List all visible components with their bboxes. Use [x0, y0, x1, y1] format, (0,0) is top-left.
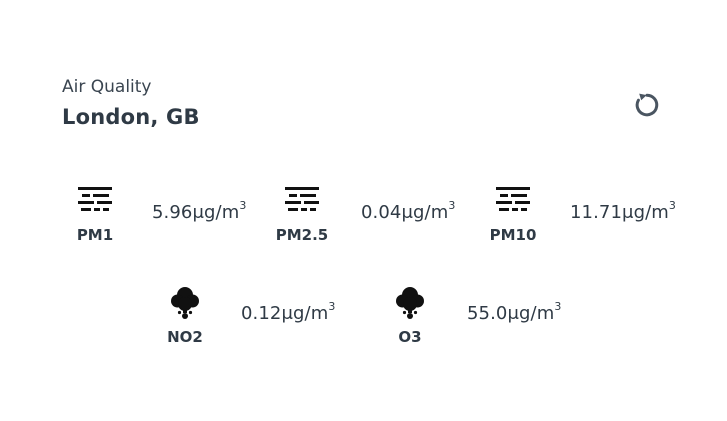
metric-number: 55.0 [467, 303, 508, 324]
metric-label: NO2 [167, 328, 203, 346]
metric-pm10: PM10 [481, 184, 545, 244]
metric-unit-exponent: 3 [554, 300, 562, 313]
metric-number: 0.12 [241, 303, 282, 324]
refresh-button[interactable] [630, 88, 664, 122]
metric-value-pm1: 5.96μg/m3 [152, 200, 246, 223]
metric-pm10-icon-wrap: PM10 [481, 184, 545, 244]
metric-unit-exponent: 3 [448, 199, 456, 212]
metric-no2-icon-wrap: NO2 [153, 286, 217, 346]
metric-unit: μg/m [622, 202, 669, 223]
metric-pm25: PM2.5 [270, 184, 334, 244]
metric-number: 5.96 [152, 202, 193, 223]
metric-unit: μg/m [401, 202, 449, 223]
metric-pm1: PM1 [63, 184, 127, 244]
smoke-cloud-icon [390, 286, 430, 320]
metric-unit: μg/m [281, 303, 329, 324]
metric-number: 11.71 [570, 202, 623, 223]
smoke-cloud-icon [165, 286, 205, 320]
location-title: London, GB [62, 105, 200, 129]
metric-unit-exponent: 3 [328, 300, 336, 313]
haze-icon [282, 184, 322, 218]
metric-label: PM2.5 [275, 226, 329, 244]
metric-label: O3 [398, 328, 422, 346]
metric-label: PM1 [76, 226, 114, 244]
metric-o3: O3 [378, 286, 442, 346]
air-quality-card: Air Quality London, GB PM1 5.96μg/m3 PM2… [0, 0, 727, 421]
metric-value-pm25: 0.04μg/m3 [361, 200, 455, 223]
metric-no2: NO2 [153, 286, 217, 346]
refresh-icon [635, 93, 659, 117]
metric-number: 0.04 [361, 202, 402, 223]
metric-value-pm10: 11.71μg/m3 [570, 200, 676, 223]
metric-label: PM10 [489, 226, 537, 244]
metric-pm1-icon-wrap: PM1 [63, 184, 127, 244]
metric-value-no2: 0.12μg/m3 [241, 301, 335, 324]
card-subtitle: Air Quality [62, 77, 152, 97]
metric-unit: μg/m [192, 202, 240, 223]
metric-pm25-icon-wrap: PM2.5 [270, 184, 334, 244]
metric-unit-exponent: 3 [239, 199, 247, 212]
haze-icon [75, 184, 115, 218]
metric-unit-exponent: 3 [668, 199, 677, 212]
metric-value-o3: 55.0μg/m3 [467, 301, 561, 324]
haze-icon [493, 184, 533, 218]
metric-o3-icon-wrap: O3 [378, 286, 442, 346]
metric-unit: μg/m [507, 303, 555, 324]
